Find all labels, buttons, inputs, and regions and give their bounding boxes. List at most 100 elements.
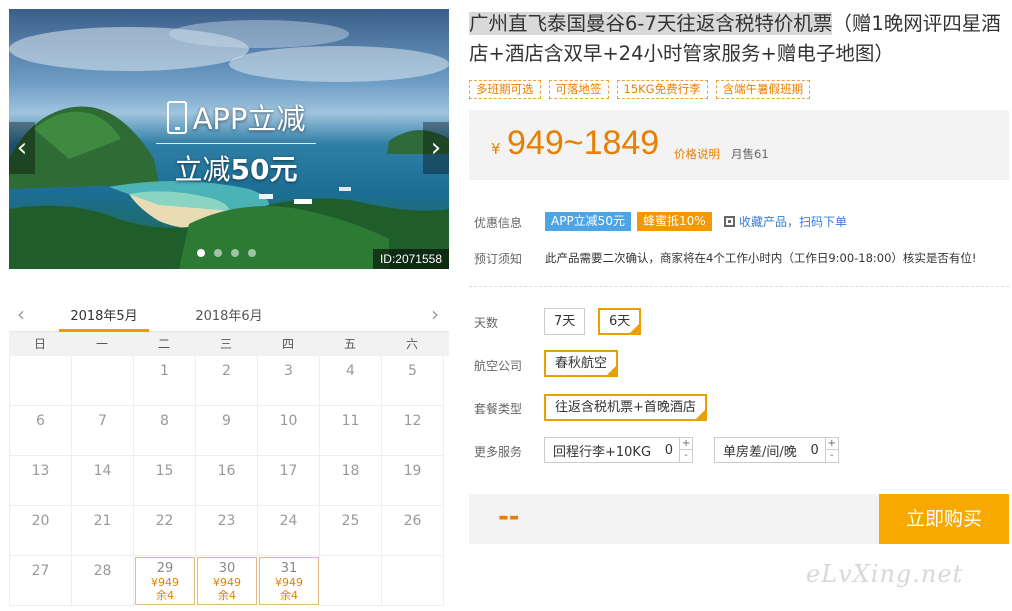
honey-discount-badge: 蜂蜜抵10%: [637, 212, 712, 231]
calendar-day: 16: [196, 456, 258, 506]
calendar-day: 17: [258, 456, 320, 506]
calendar-next-month-icon[interactable]: ›: [431, 302, 439, 326]
stepper-buttons: + -: [824, 438, 838, 462]
hero-prev-arrow-icon[interactable]: ‹: [9, 122, 35, 174]
calendar-day: 3: [258, 356, 320, 406]
day-number: 31: [280, 561, 298, 576]
day-stock: 余4: [218, 589, 236, 602]
promo-bottom-prefix: 立减: [174, 153, 231, 186]
calendar-day: 5: [382, 356, 444, 406]
booking-notice-text: 此产品需要二次确认，商家将在4个工作小时内（工作日9:00-18:00）核实是否…: [545, 251, 977, 265]
promo-amount: 50元: [230, 153, 298, 186]
calendar-day-available[interactable]: 31 ¥949 余4: [259, 557, 319, 605]
calendar-day: 21: [72, 506, 134, 556]
carousel-dot-1[interactable]: [197, 249, 205, 257]
calendar-day: 23: [196, 506, 258, 556]
carousel-dot-3[interactable]: [231, 249, 239, 257]
calendar-prev-month-icon[interactable]: ‹: [17, 302, 25, 326]
mobile-phone-icon: [166, 100, 187, 134]
calendar-day: 8: [134, 406, 196, 456]
day-price: ¥949: [275, 576, 303, 589]
stepper-value: 0: [664, 442, 674, 458]
single-room-stepper[interactable]: 单房差/间/晚 0 + -: [714, 437, 839, 463]
offers-label: 优惠信息: [474, 216, 523, 230]
calendar-day: 27: [10, 556, 72, 606]
calendar-day: 12: [382, 406, 444, 456]
calendar-day: 28: [72, 556, 134, 606]
section-divider: [469, 286, 1009, 287]
product-title-main: 广州直飞泰国曼谷6-7天往返含税特价机票: [469, 12, 833, 35]
carousel-dot-4[interactable]: [248, 249, 256, 257]
calendar-tab-current-month[interactable]: 2018年5月: [59, 305, 149, 332]
buy-now-button[interactable]: 立即购买: [879, 494, 1009, 544]
calendar-day-empty: [320, 556, 382, 606]
package-option-selected[interactable]: 往返含税机票+首晚酒店: [544, 394, 707, 421]
carousel-dot-2[interactable]: [214, 249, 222, 257]
stepper-value: 0: [810, 442, 819, 458]
monthly-sales: 月售61: [731, 147, 769, 161]
booking-notice-label: 预订须知: [474, 252, 523, 266]
calendar-tab-next-month[interactable]: 2018年6月: [184, 305, 274, 332]
app-discount-badge: APP立减50元: [545, 212, 631, 231]
calendar-day: 22: [134, 506, 196, 556]
decrement-button[interactable]: -: [826, 450, 838, 462]
total-price: --: [498, 502, 520, 532]
day-stock: 余4: [280, 589, 298, 602]
calendar-day: [10, 356, 72, 406]
calendar-day: 14: [72, 456, 134, 506]
product-tag: 15KG免费行李: [616, 80, 708, 99]
calendar-day: 10: [258, 406, 320, 456]
calendar-day: 25: [320, 506, 382, 556]
calendar-header: ‹ 2018年5月 2018年6月 ›: [9, 296, 449, 332]
airline-label: 航空公司: [474, 359, 523, 373]
day-option-6-selected[interactable]: 6天: [598, 308, 642, 335]
price-box: ¥ 949~1849 价格说明 月售61: [469, 110, 1009, 180]
qr-favorite-link[interactable]: 收藏产品，扫码下单: [724, 213, 847, 230]
increment-button[interactable]: +: [680, 438, 693, 450]
calendar-day: 26: [382, 506, 444, 556]
increment-button[interactable]: +: [825, 438, 838, 450]
calendar-day: 4: [320, 356, 382, 406]
hero-next-arrow-icon[interactable]: ›: [423, 122, 449, 174]
calendar-day: 18: [320, 456, 382, 506]
calendar-day: 9: [196, 406, 258, 456]
price-note-link[interactable]: 价格说明: [674, 146, 720, 162]
day-number: 29: [156, 561, 174, 576]
purchase-bar: -- 立即购买: [469, 494, 1009, 544]
product-id-label: ID:2071558: [372, 249, 449, 269]
app-discount-promo: APP立减 立减50元: [151, 97, 321, 188]
decrement-button[interactable]: -: [680, 450, 692, 462]
day-option-7[interactable]: 7天: [544, 308, 586, 335]
stepper-buttons: + -: [679, 438, 693, 462]
departure-calendar: ‹ 2018年5月 2018年6月 › 日 一 二 三 四 五 六 1 2 3 …: [9, 296, 449, 606]
product-tags: 多班期可选 可落地签 15KG免费行李 含端午暑假班期: [469, 80, 811, 99]
product-tag: 含端午暑假班期: [715, 80, 811, 99]
calendar-day-available[interactable]: 29 ¥949 余4: [135, 557, 195, 605]
promo-bottom-text: 立减50元: [151, 148, 321, 188]
weekday: 三: [219, 337, 232, 351]
weekday: 二: [157, 337, 170, 351]
product-title: 广州直飞泰国曼谷6-7天往返含税特价机票（赠1晚网评四星酒店+酒店含双早+24小…: [469, 9, 1004, 69]
calendar-day-empty: [382, 556, 444, 606]
day-price: ¥949: [213, 576, 241, 589]
weekday: 四: [281, 337, 294, 351]
stepper-label: 单房差/间/晚: [723, 444, 797, 460]
product-tag: 多班期可选: [469, 80, 541, 99]
services-label: 更多服务: [474, 445, 523, 459]
calendar-day: 20: [10, 506, 72, 556]
calendar-day-available[interactable]: 30 ¥949 余4: [197, 557, 257, 605]
baggage-service-stepper[interactable]: 回程行李+10KG 0 + -: [544, 437, 694, 463]
calendar-day: 13: [10, 456, 72, 506]
promo-top-text: APP立减: [192, 102, 306, 136]
calendar-day: 6: [10, 406, 72, 456]
day-stock: 余4: [156, 589, 174, 602]
calendar-day: 19: [382, 456, 444, 506]
airline-option-selected[interactable]: 春秋航空: [544, 350, 619, 377]
product-tag: 可落地签: [548, 80, 609, 99]
calendar-day: 2: [196, 356, 258, 406]
calendar-day: 1: [134, 356, 196, 406]
day-price: ¥949: [151, 576, 179, 589]
weekday: 五: [343, 337, 356, 351]
weekday: 六: [405, 337, 418, 351]
qr-text: 收藏产品，扫码下单: [739, 215, 848, 229]
